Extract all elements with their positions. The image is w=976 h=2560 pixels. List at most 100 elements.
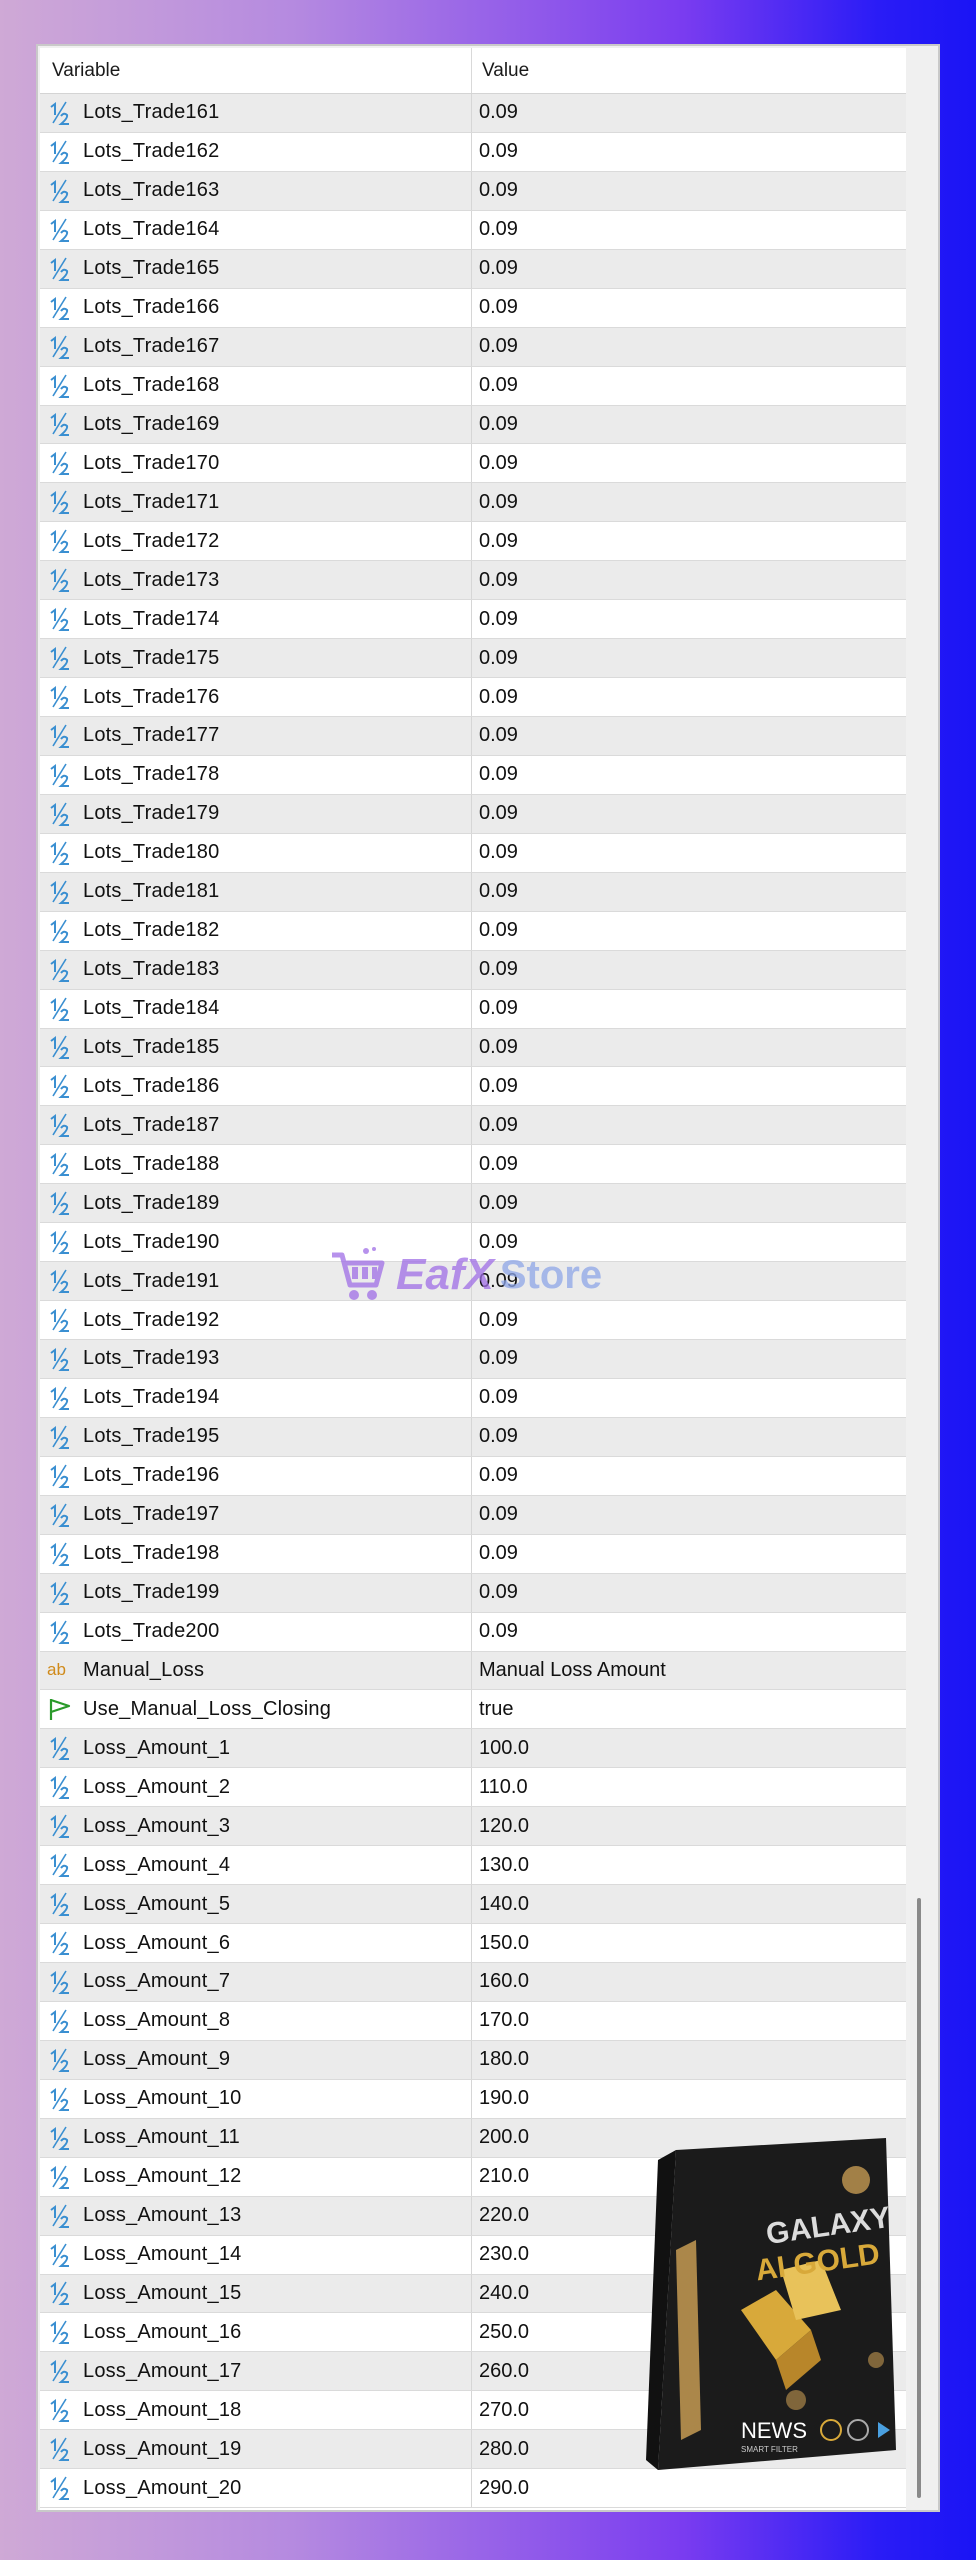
value-cell[interactable]: true: [472, 1690, 906, 1728]
variable-cell[interactable]: ab Manual_Loss: [40, 1651, 472, 1690]
variable-cell[interactable]: Lots_Trade165: [40, 249, 472, 288]
variable-cell[interactable]: Lots_Trade187: [40, 1106, 472, 1145]
table-row[interactable]: Lots_Trade181 0.09: [40, 872, 906, 912]
table-row[interactable]: Lots_Trade165 0.09: [40, 249, 906, 289]
table-row[interactable]: Lots_Trade193 0.09: [40, 1340, 906, 1379]
table-row[interactable]: Loss_Amount_6 150.0: [40, 1924, 906, 1963]
variable-cell[interactable]: Loss_Amount_1: [40, 1729, 472, 1768]
value-cell[interactable]: 0.09: [472, 561, 906, 599]
variable-cell[interactable]: Lots_Trade179: [40, 794, 472, 833]
table-row[interactable]: Lots_Trade162 0.09: [40, 132, 906, 172]
variable-cell[interactable]: Lots_Trade161: [40, 94, 472, 132]
table-row[interactable]: Lots_Trade172 0.09: [40, 522, 906, 562]
table-row[interactable]: Lots_Trade176 0.09: [40, 678, 906, 717]
table-row[interactable]: Lots_Trade167 0.09: [40, 327, 906, 367]
variable-cell[interactable]: Lots_Trade172: [40, 522, 472, 561]
value-cell[interactable]: 0.09: [472, 717, 906, 755]
table-row[interactable]: Lots_Trade169 0.09: [40, 405, 906, 445]
variable-cell[interactable]: Lots_Trade193: [40, 1340, 472, 1378]
value-cell[interactable]: 0.09: [472, 678, 906, 716]
table-row[interactable]: Lots_Trade200 0.09: [40, 1612, 906, 1652]
value-cell[interactable]: 0.09: [472, 990, 906, 1028]
value-cell[interactable]: 0.09: [472, 483, 906, 521]
variable-cell[interactable]: Lots_Trade181: [40, 872, 472, 911]
variable-cell[interactable]: Lots_Trade168: [40, 366, 472, 405]
value-cell[interactable]: 0.09: [472, 522, 906, 560]
variable-cell[interactable]: Loss_Amount_13: [40, 2196, 472, 2235]
variable-cell[interactable]: Lots_Trade194: [40, 1378, 472, 1417]
variable-cell[interactable]: Loss_Amount_15: [40, 2274, 472, 2313]
table-row[interactable]: Loss_Amount_4 130.0: [40, 1846, 906, 1886]
variable-cell[interactable]: Lots_Trade176: [40, 678, 472, 716]
variable-cell[interactable]: Lots_Trade183: [40, 950, 472, 989]
value-cell[interactable]: 0.09: [472, 250, 906, 288]
variable-cell[interactable]: Loss_Amount_20: [40, 2469, 472, 2508]
table-row[interactable]: Use_Manual_Loss_Closing true: [40, 1690, 906, 1730]
table-row[interactable]: Lots_Trade198 0.09: [40, 1534, 906, 1574]
value-cell[interactable]: 0.09: [472, 951, 906, 989]
value-cell[interactable]: 130.0: [472, 1846, 906, 1884]
value-cell[interactable]: 0.09: [472, 406, 906, 444]
table-row[interactable]: Lots_Trade173 0.09: [40, 561, 906, 601]
table-row[interactable]: Lots_Trade186 0.09: [40, 1067, 906, 1107]
variable-cell[interactable]: Loss_Amount_2: [40, 1768, 472, 1807]
variable-cell[interactable]: Lots_Trade189: [40, 1184, 472, 1223]
variable-cell[interactable]: Loss_Amount_17: [40, 2352, 472, 2391]
variable-cell[interactable]: Lots_Trade162: [40, 132, 472, 171]
variable-cell[interactable]: Loss_Amount_3: [40, 1807, 472, 1846]
table-row[interactable]: Loss_Amount_10 190.0: [40, 2079, 906, 2119]
table-row[interactable]: Lots_Trade161 0.09: [40, 94, 906, 133]
variable-cell[interactable]: Lots_Trade182: [40, 911, 472, 950]
variable-cell[interactable]: Lots_Trade174: [40, 600, 472, 639]
table-row[interactable]: Lots_Trade178 0.09: [40, 755, 906, 795]
value-cell[interactable]: 0.09: [472, 1106, 906, 1144]
table-row[interactable]: Lots_Trade183 0.09: [40, 950, 906, 990]
variable-cell[interactable]: Loss_Amount_6: [40, 1924, 472, 1962]
table-row[interactable]: Loss_Amount_7 160.0: [40, 1963, 906, 2002]
variable-cell[interactable]: Lots_Trade199: [40, 1573, 472, 1612]
value-cell[interactable]: 180.0: [472, 2041, 906, 2079]
value-cell[interactable]: 120.0: [472, 1807, 906, 1845]
value-cell[interactable]: 0.09: [472, 639, 906, 677]
variable-cell[interactable]: Lots_Trade167: [40, 327, 472, 366]
variable-cell[interactable]: Lots_Trade171: [40, 483, 472, 522]
value-cell[interactable]: Manual Loss Amount: [472, 1652, 906, 1690]
variable-cell[interactable]: Lots_Trade164: [40, 210, 472, 249]
value-cell[interactable]: 0.09: [472, 1574, 906, 1612]
variable-cell[interactable]: Lots_Trade169: [40, 405, 472, 444]
value-cell[interactable]: 0.09: [472, 873, 906, 911]
table-row[interactable]: Lots_Trade179 0.09: [40, 794, 906, 834]
column-header-variable[interactable]: Variable: [40, 48, 472, 93]
variable-cell[interactable]: Loss_Amount_7: [40, 1963, 472, 2001]
table-row[interactable]: Lots_Trade187 0.09: [40, 1106, 906, 1146]
variable-cell[interactable]: Lots_Trade166: [40, 288, 472, 327]
table-row[interactable]: ab Manual_Loss Manual Loss Amount: [40, 1651, 906, 1691]
variable-cell[interactable]: Lots_Trade196: [40, 1456, 472, 1495]
table-row[interactable]: Lots_Trade189 0.09: [40, 1184, 906, 1224]
vertical-scrollbar[interactable]: [906, 48, 936, 2510]
variable-cell[interactable]: Lots_Trade180: [40, 833, 472, 872]
value-cell[interactable]: 0.09: [472, 1457, 906, 1495]
variable-cell[interactable]: Use_Manual_Loss_Closing: [40, 1690, 472, 1729]
variable-cell[interactable]: Lots_Trade188: [40, 1145, 472, 1184]
value-cell[interactable]: 0.09: [472, 211, 906, 249]
table-row[interactable]: Loss_Amount_1 100.0: [40, 1729, 906, 1769]
value-cell[interactable]: 0.09: [472, 1496, 906, 1534]
variable-cell[interactable]: Loss_Amount_5: [40, 1885, 472, 1924]
table-row[interactable]: Lots_Trade166 0.09: [40, 288, 906, 328]
variable-cell[interactable]: Lots_Trade184: [40, 989, 472, 1028]
value-cell[interactable]: 0.09: [472, 289, 906, 327]
value-cell[interactable]: 0.09: [472, 795, 906, 833]
variable-cell[interactable]: Loss_Amount_19: [40, 2430, 472, 2469]
table-row[interactable]: Loss_Amount_2 110.0: [40, 1768, 906, 1808]
column-header-value[interactable]: Value: [472, 48, 906, 93]
table-row[interactable]: Lots_Trade164 0.09: [40, 210, 906, 250]
variable-cell[interactable]: Loss_Amount_4: [40, 1846, 472, 1885]
variable-cell[interactable]: Lots_Trade200: [40, 1612, 472, 1651]
value-cell[interactable]: 0.09: [472, 1029, 906, 1067]
value-cell[interactable]: 0.09: [472, 1067, 906, 1105]
variable-cell[interactable]: Lots_Trade198: [40, 1534, 472, 1573]
table-row[interactable]: Lots_Trade168 0.09: [40, 366, 906, 406]
scrollbar-thumb[interactable]: [917, 1898, 921, 2498]
variable-cell[interactable]: Loss_Amount_16: [40, 2313, 472, 2352]
